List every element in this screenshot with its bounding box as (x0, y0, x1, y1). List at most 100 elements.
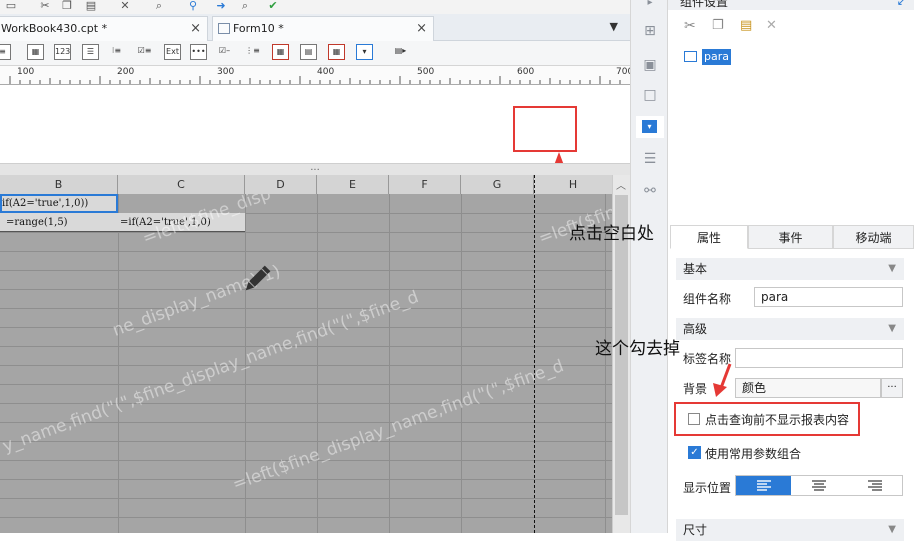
section-basic-label: 基本 (683, 262, 708, 276)
column-header-b[interactable]: B (0, 175, 118, 194)
frame-icon[interactable]: □ (641, 86, 659, 104)
column-header-c[interactable]: C (118, 175, 245, 194)
date-range-icon[interactable]: ▦ (328, 44, 345, 60)
save-icon[interactable]: ▭ (4, 0, 18, 12)
combobox-icon[interactable]: ▾ (642, 120, 657, 133)
section-advanced[interactable]: 高级 ▼ (676, 318, 904, 340)
textarea-widget-icon[interactable]: ☰ (82, 44, 99, 60)
tree-widget-icon[interactable]: ⋮≡ (244, 44, 261, 60)
paste-icon[interactable]: ▤ (740, 18, 752, 33)
delete-icon[interactable]: ✕ (766, 18, 777, 33)
section-size-label: 尺寸 (683, 523, 708, 537)
tab-workbook[interactable]: WorkBook430.cpt * × (0, 16, 208, 41)
copy-icon[interactable]: ❐ (712, 18, 724, 33)
checkbox-common-params[interactable]: ✓ (688, 446, 701, 459)
grid-line (0, 327, 612, 328)
close-icon[interactable]: × (190, 17, 201, 41)
radio-group-icon[interactable]: ⁝≡ (108, 44, 125, 60)
highlight-blank-area-box (513, 106, 577, 152)
cell-b1-text: if(A2='true',1,0)) (2, 198, 89, 209)
page-break-line (534, 175, 535, 533)
section-size[interactable]: 尺寸 ▼ (676, 519, 904, 541)
background-field[interactable]: 颜色 (735, 378, 881, 398)
tag-name-field[interactable] (735, 348, 903, 368)
collapse-arrow-icon[interactable]: ↙ (897, 0, 906, 8)
more-widgets-icon[interactable]: ▤▸ (392, 44, 409, 60)
ruler-ticks (9, 76, 621, 84)
ruler-label: 500 (417, 67, 435, 77)
text-widget-icon[interactable]: Ext (164, 44, 181, 60)
checkbox-icon[interactable]: ☑– (216, 44, 233, 60)
document-tab-bar: WorkBook430.cpt * × Form10 * × ▼ (0, 14, 630, 41)
component-settings-icon[interactable]: ▣ (641, 56, 659, 74)
column-header-row: B C D E F G H (0, 175, 612, 195)
zoom-icon[interactable]: ⌕ (238, 0, 252, 12)
tab-menu-icon[interactable]: ▼ (610, 20, 618, 33)
close-icon[interactable]: × (416, 17, 427, 41)
checkbox-group-icon[interactable]: ☑≡ (136, 44, 153, 60)
cut-icon[interactable]: ✂ (38, 0, 52, 12)
column-header-f[interactable]: F (389, 175, 461, 194)
password-widget-icon[interactable]: ••• (190, 44, 207, 60)
align-left-button[interactable] (736, 476, 791, 495)
column-header-d[interactable]: D (245, 175, 317, 194)
preview-icon[interactable]: ⌕ (152, 0, 166, 12)
tree-item-para[interactable]: para (702, 49, 731, 65)
para-node-icon (684, 51, 697, 62)
copy-icon[interactable]: ❐ (60, 0, 74, 12)
form-icon (218, 23, 230, 34)
tab-properties[interactable]: 属性 (670, 225, 748, 249)
component-name-field[interactable]: para (754, 287, 903, 307)
grid-line (0, 270, 612, 271)
tab-form10[interactable]: Form10 * × (212, 16, 434, 41)
date-widget-icon[interactable]: ▦ (272, 44, 289, 60)
chevron-down-icon: ▼ (888, 263, 896, 274)
watermark-text: y_name,find("(",$fine_display_name,find(… (0, 287, 422, 457)
watermark-text: =left($fine_display_name,find("(",$fine_… (230, 356, 567, 495)
display-position-label: 显示位置 (683, 481, 732, 495)
checkbox-no-report-label: 点击查询前不显示报表内容 (705, 413, 850, 427)
arrow-right-icon[interactable]: ➜ (214, 0, 228, 12)
pencil-edit-icon (245, 265, 271, 291)
cell-b2-text: =range(1,5) (6, 217, 68, 228)
grid-line (0, 365, 612, 366)
align-center-button[interactable] (792, 476, 847, 495)
grid-line (0, 460, 612, 461)
active-strip-bg: ▾ (636, 116, 664, 138)
ruler-label: 600 (517, 67, 535, 77)
table-widget-icon[interactable]: ▤ (300, 44, 317, 60)
tab-events[interactable]: 事件 (748, 225, 833, 249)
paste-icon[interactable]: ▤ (84, 0, 98, 12)
panel-splitter-handle[interactable]: ... (0, 163, 630, 175)
delete-icon[interactable]: ✕ (118, 0, 132, 12)
calendar-widget-icon[interactable]: ▦ (27, 44, 44, 60)
grid-line (0, 251, 612, 252)
layout-icon[interactable]: ⊞ (641, 22, 659, 40)
check-circle-icon[interactable]: ✔ (266, 0, 280, 12)
cut-icon[interactable]: ✂ (684, 18, 696, 34)
checkbox-no-report-before-query[interactable] (688, 413, 700, 425)
column-header-g[interactable]: G (461, 175, 534, 194)
scroll-up-icon[interactable]: ︿ (616, 177, 626, 192)
expand-arrow-icon[interactable]: ▸ (641, 0, 659, 12)
combobox-widget-icon[interactable]: ▾ (356, 44, 373, 60)
link-icon[interactable]: ⚯ (641, 182, 659, 200)
chevron-down-icon: ▼ (888, 323, 896, 334)
report-grid[interactable]: if(A2='true',1,0)) =range(1,5) =if(A2='t… (0, 194, 612, 533)
display-position-group (735, 475, 903, 496)
column-header-h[interactable]: H (534, 175, 612, 194)
section-basic[interactable]: 基本 ▼ (676, 258, 904, 280)
stack-icon[interactable]: ☰ (641, 150, 659, 168)
number-widget-icon[interactable]: 123 (54, 44, 71, 60)
grid-line (461, 194, 462, 533)
tab-mobile[interactable]: 移动端 (833, 225, 914, 249)
align-right-button[interactable] (848, 476, 902, 495)
background-more-button[interactable]: ··· (881, 378, 903, 398)
ruler-label: 100 (17, 67, 35, 77)
pin-icon[interactable]: ⚲ (186, 0, 200, 12)
column-header-e[interactable]: E (317, 175, 389, 194)
grid-line (0, 232, 612, 233)
red-arrow-icon (713, 363, 732, 397)
label-widget-icon[interactable]: ≡ (0, 44, 11, 60)
grid-line (389, 194, 390, 533)
